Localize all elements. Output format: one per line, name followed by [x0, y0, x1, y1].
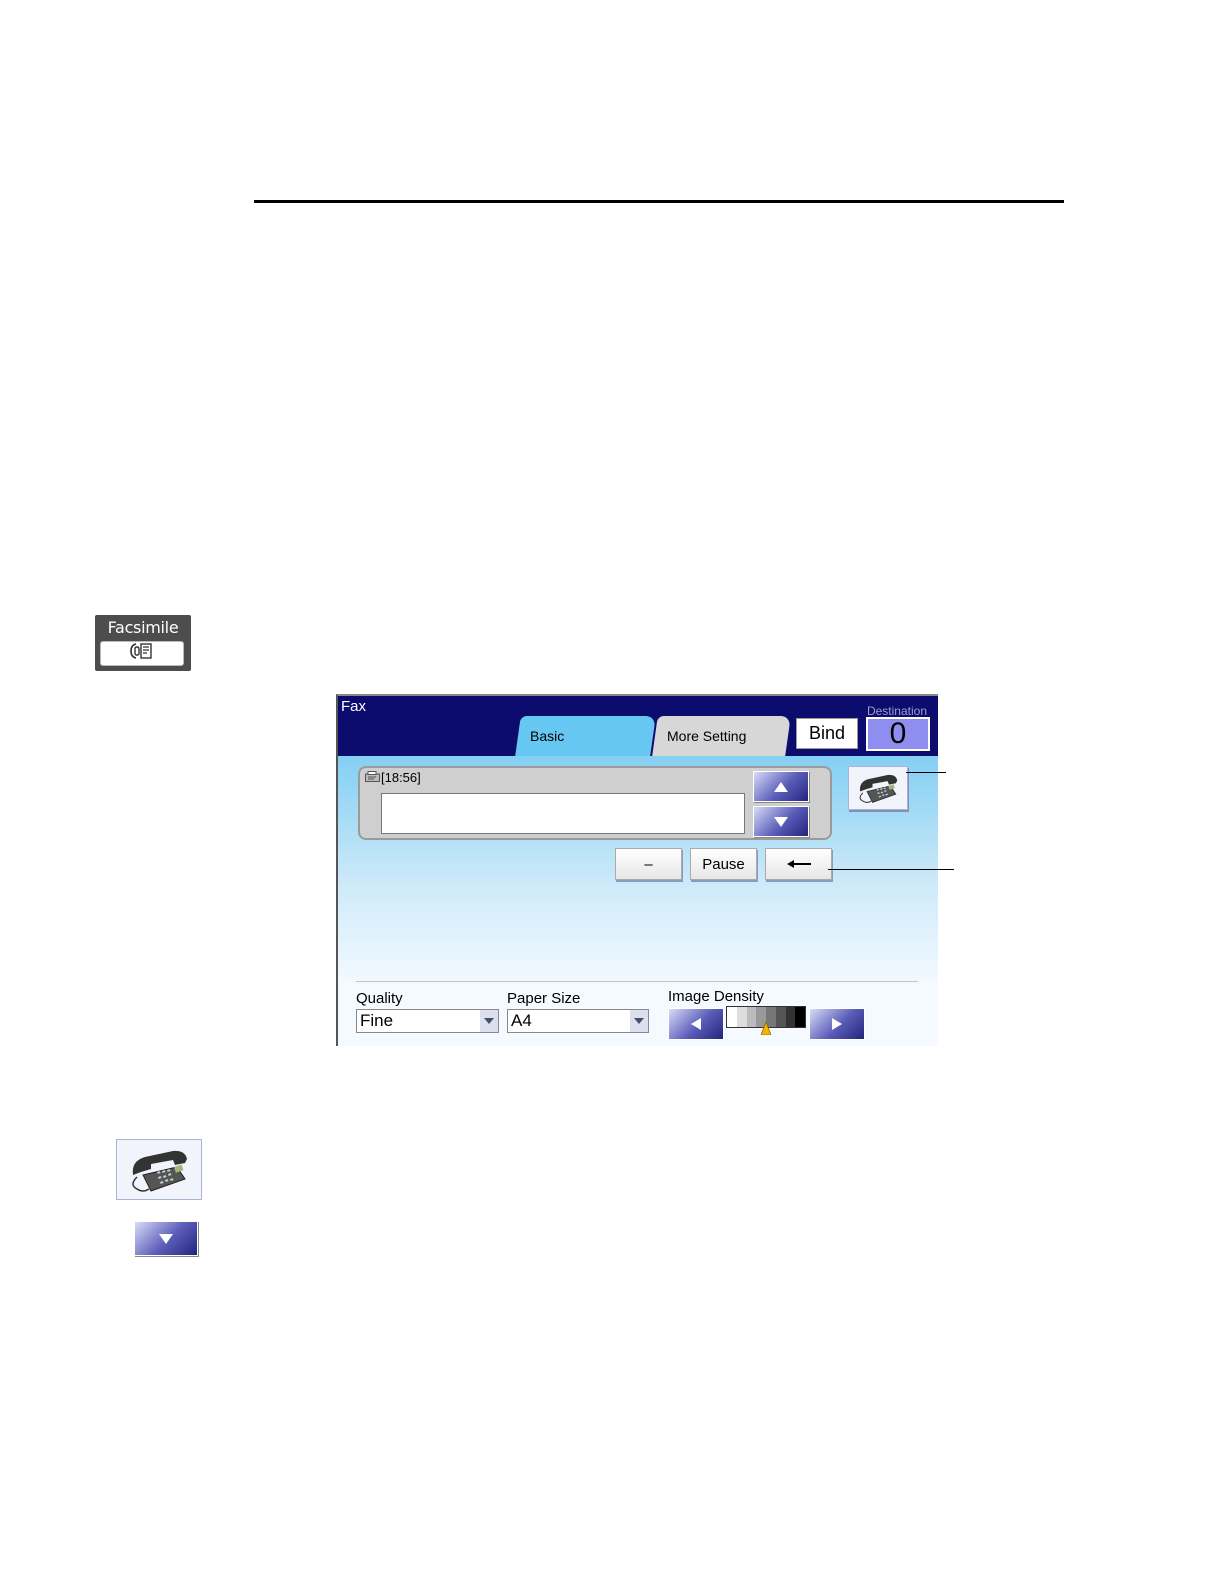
callout-line	[906, 772, 946, 773]
quality-label: Quality	[356, 990, 403, 1007]
quality-select[interactable]: Fine	[356, 1009, 499, 1033]
legend-scroll-down-button	[134, 1221, 198, 1256]
tab-basic[interactable]: Basic	[515, 716, 656, 756]
fax-number-field[interactable]	[381, 793, 745, 834]
arrow-up-icon	[774, 781, 788, 792]
facsimile-hardware-key[interactable]: Facsimile	[95, 615, 191, 671]
fax-icon	[130, 642, 154, 665]
dash-button[interactable]: –	[615, 848, 682, 880]
screen-header: Fax Basic More Setting Bind Destination …	[338, 696, 938, 756]
telephone-icon	[856, 770, 900, 806]
image-density-label: Image Density	[668, 988, 764, 1005]
facsimile-key-label: Facsimile	[107, 618, 179, 637]
paper-size-label: Paper Size	[507, 990, 581, 1007]
scroll-down-button[interactable]	[753, 806, 809, 837]
arrow-down-icon	[159, 1233, 173, 1244]
backspace-button[interactable]	[765, 848, 832, 880]
dropdown-arrow-icon	[480, 1010, 498, 1032]
pause-button[interactable]: Pause	[690, 848, 757, 880]
arrow-down-icon	[774, 816, 788, 827]
density-lighter-button[interactable]	[668, 1008, 724, 1040]
entry-timestamp: [18:56]	[381, 770, 421, 785]
screen-title: Fax	[341, 698, 367, 715]
density-darker-button[interactable]	[809, 1008, 865, 1040]
telephone-icon	[127, 1145, 191, 1195]
arrow-right-icon	[832, 1018, 842, 1030]
legend-on-hook-dial-button	[116, 1139, 202, 1200]
density-indicator-icon	[760, 1020, 772, 1040]
fax-icon	[365, 770, 380, 785]
on-hook-dial-button[interactable]	[848, 766, 908, 810]
bind-button[interactable]: Bind	[796, 718, 858, 749]
dropdown-arrow-icon	[630, 1010, 648, 1032]
destination-count: 0	[866, 717, 930, 751]
paper-size-select[interactable]: A4	[507, 1009, 649, 1033]
scroll-up-button[interactable]	[753, 771, 809, 802]
fax-screen: Fax Basic More Setting Bind Destination …	[336, 694, 938, 1046]
callout-line	[828, 869, 954, 870]
backspace-arrow-icon	[786, 860, 811, 868]
tab-more-setting[interactable]: More Setting	[652, 716, 791, 756]
destination-label: Destination	[866, 704, 928, 718]
destination-entry-panel: [18:56]	[358, 766, 832, 840]
arrow-left-icon	[691, 1018, 701, 1030]
page-header-rule	[254, 200, 1064, 203]
settings-divider	[356, 981, 918, 982]
